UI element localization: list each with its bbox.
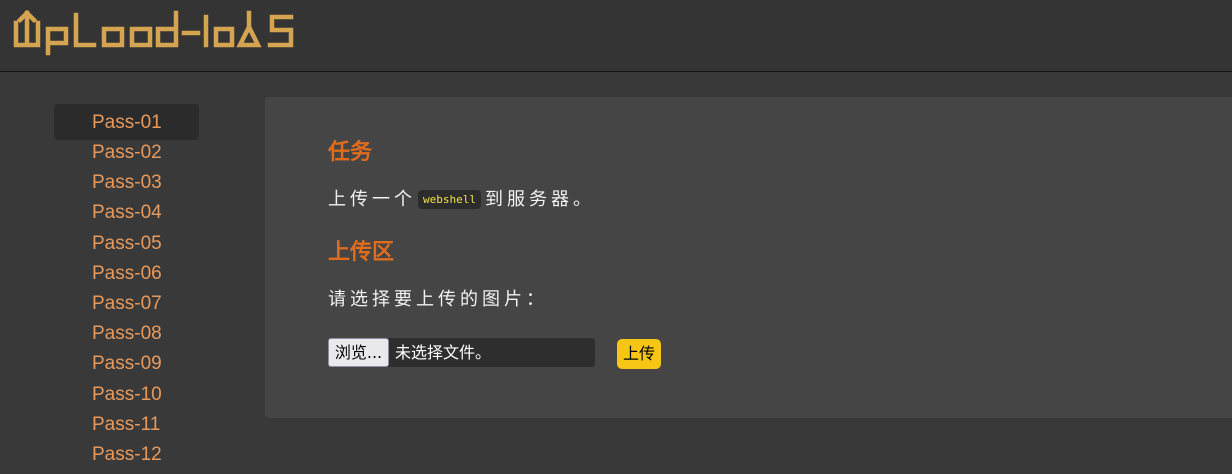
upload-button[interactable]: 上传 bbox=[617, 339, 661, 369]
task-prefix: 上传一个 bbox=[328, 189, 416, 210]
site-header bbox=[0, 0, 1232, 72]
browse-button[interactable]: 浏览... bbox=[328, 338, 389, 367]
sidebar-item-pass-03[interactable]: Pass-03 bbox=[54, 164, 199, 194]
sidebar-item-pass-07[interactable]: Pass-07 bbox=[54, 285, 199, 315]
file-status-text: 未选择文件。 bbox=[395, 343, 492, 362]
file-input[interactable]: 浏览... 未选择文件。 bbox=[328, 338, 595, 367]
level-sidebar: Pass-01 Pass-02 Pass-03 Pass-04 Pass-05 … bbox=[54, 104, 199, 466]
upload-area-title: 上传区 bbox=[328, 240, 395, 265]
webshell-code: webshell bbox=[418, 190, 481, 209]
sidebar-item-pass-12[interactable]: Pass-12 bbox=[54, 436, 199, 466]
main-panel: 任务 上传一个 webshell 到服务器。 上传区 请选择要上传的图片： 浏览..… bbox=[265, 97, 1232, 418]
upload-labs-logo[interactable] bbox=[12, 5, 302, 57]
sidebar-item-pass-10[interactable]: Pass-10 bbox=[54, 376, 199, 406]
sidebar-item-pass-11[interactable]: Pass-11 bbox=[54, 406, 199, 436]
sidebar-item-pass-05[interactable]: Pass-05 bbox=[54, 225, 199, 255]
sidebar-item-pass-04[interactable]: Pass-04 bbox=[54, 194, 199, 224]
task-description: 上传一个 webshell 到服务器。 bbox=[328, 185, 595, 211]
sidebar-item-pass-09[interactable]: Pass-09 bbox=[54, 345, 199, 375]
sidebar-item-pass-06[interactable]: Pass-06 bbox=[54, 255, 199, 285]
task-suffix: 到服务器。 bbox=[484, 189, 595, 210]
sidebar-item-pass-02[interactable]: Pass-02 bbox=[54, 134, 199, 164]
sidebar-item-pass-08[interactable]: Pass-08 bbox=[54, 315, 199, 345]
upload-prompt: 请选择要上传的图片： bbox=[328, 289, 548, 310]
task-title: 任务 bbox=[328, 140, 373, 165]
